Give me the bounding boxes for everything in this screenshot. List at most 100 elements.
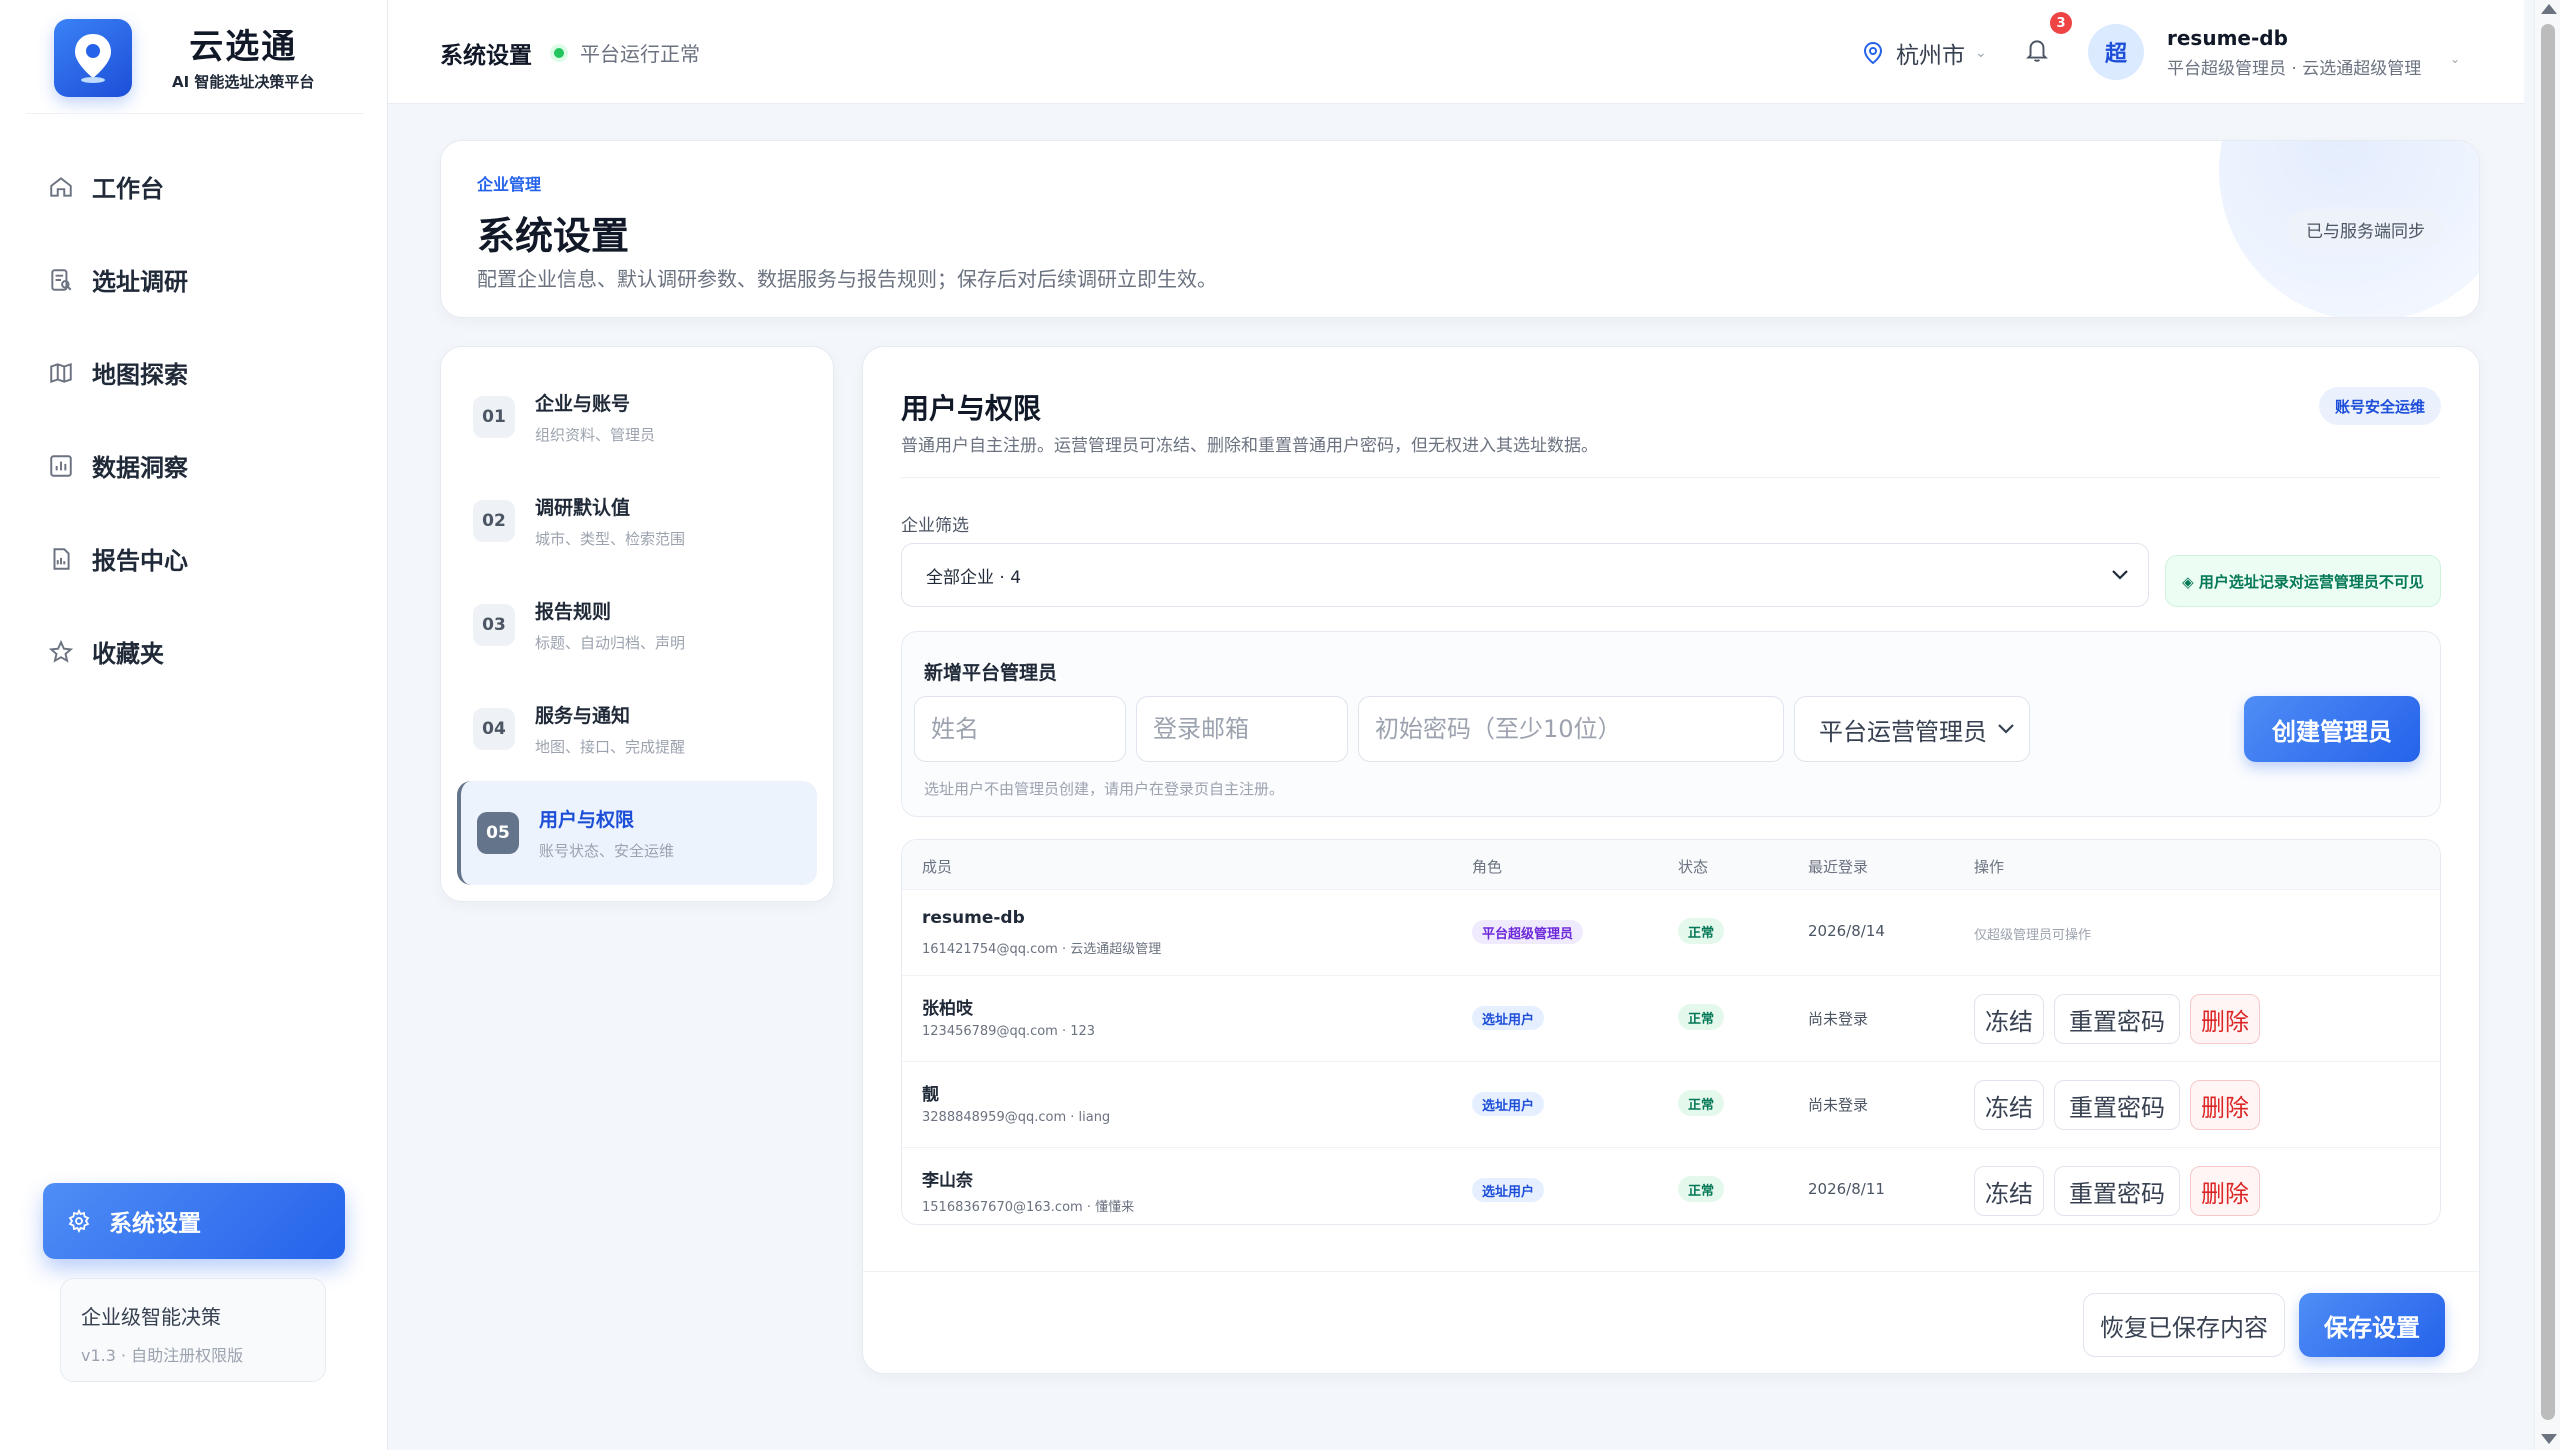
table-row: resume-db 161421754@qq.com · 云选通超级管理 平台超… — [902, 890, 2440, 976]
step-subtitle: 组织资料、管理员 — [535, 426, 656, 444]
version-card: 企业级智能决策 v1.3 · 自助注册权限版 — [60, 1278, 326, 1382]
chart-icon — [50, 454, 72, 477]
location-icon — [1863, 41, 1883, 65]
scrollbar[interactable] — [2534, 0, 2560, 1450]
restore-saved-button[interactable]: 恢复已保存内容 — [2083, 1293, 2285, 1357]
security-badge: 账号安全运维 — [2318, 387, 2441, 425]
sidebar-item-label: 工作台 — [92, 175, 164, 203]
delete-button[interactable]: 删除 — [2190, 1166, 2260, 1216]
admin-email-input[interactable] — [1136, 696, 1348, 762]
sidebar-item-survey[interactable]: 选址调研 — [40, 233, 360, 326]
reset-password-button[interactable]: 重置密码 — [2054, 1080, 2180, 1130]
brand-subtitle: AI 智能选址决策平台 — [172, 72, 315, 91]
sidebar-item-reports[interactable]: 报告中心 — [40, 512, 360, 605]
reset-password-button[interactable]: 重置密码 — [2054, 1166, 2180, 1216]
avatar[interactable]: 超 — [2088, 24, 2144, 80]
status-badge: 正常 — [1678, 1004, 1725, 1030]
admin-password-input[interactable] — [1358, 696, 1784, 762]
home-icon — [50, 176, 72, 197]
survey-icon — [51, 268, 72, 291]
report-icon — [53, 547, 70, 570]
sidebar-item-insights[interactable]: 数据洞察 — [40, 419, 360, 512]
platform-status: 平台运行正常 — [554, 38, 700, 67]
role-badge: 选址用户 — [1472, 1006, 1545, 1030]
last-login: 尚未登录 — [1808, 1096, 1869, 1114]
role-badge: 选址用户 — [1472, 1178, 1545, 1202]
version-subtitle: v1.3 · 自助注册权限版 — [81, 1346, 244, 1365]
sidebar-item-settings[interactable]: 系统设置 — [43, 1183, 345, 1259]
step-title: 用户与权限 — [539, 809, 635, 831]
admin-name-input[interactable] — [914, 696, 1126, 762]
status-badge: 正常 — [1678, 1176, 1725, 1202]
sidebar-item-workbench[interactable]: 工作台 — [40, 140, 360, 233]
step-subtitle: 标题、自动归档、声明 — [535, 634, 686, 652]
sync-status-badge: 已与服务端同步 — [2288, 209, 2443, 249]
member-name: 靓 — [922, 1085, 939, 1105]
sidebar-item-label: 系统设置 — [109, 1211, 201, 1237]
create-admin-button[interactable]: 创建管理员 — [2244, 696, 2420, 762]
notification-badge: 3 — [2050, 12, 2072, 34]
settings-steps: 01 企业与账号 组织资料、管理员 02 调研默认值 城市、类型、检索范围 03… — [440, 346, 834, 902]
table-row: 靓 3288848959@qq.com · liang 选址用户 正常 尚未登录… — [902, 1062, 2440, 1148]
step-subtitle: 地图、接口、完成提醒 — [535, 738, 686, 756]
company-filter-select[interactable]: 全部企业 · 4 — [901, 543, 2149, 607]
step-company-account[interactable]: 01 企业与账号 组织资料、管理员 — [457, 365, 817, 469]
freeze-button[interactable]: 冻结 — [1974, 1166, 2044, 1216]
privacy-note: ◈ 用户选址记录对运营管理员不可见 — [2165, 555, 2441, 607]
sidebar-item-label: 地图探索 — [92, 361, 188, 389]
sidebar-item-label: 选址调研 — [92, 268, 188, 296]
reset-password-button[interactable]: 重置密码 — [2054, 994, 2180, 1044]
step-title: 企业与账号 — [535, 393, 631, 415]
hero-title: 系统设置 — [477, 214, 630, 258]
freeze-button[interactable]: 冻结 — [1974, 1080, 2044, 1130]
last-login: 2026/8/11 — [1808, 1180, 1885, 1198]
step-users-permissions[interactable]: 05 用户与权限 账号状态、安全运维 — [457, 781, 817, 885]
users-permissions-panel: 用户与权限 普通用户自主注册。运营管理员可冻结、删除和重置普通用户密码，但无权进… — [862, 346, 2480, 1374]
member-email: 3288848959@qq.com · liang — [922, 1110, 1111, 1125]
scroll-down-arrow-icon[interactable] — [2541, 1434, 2557, 1444]
sidebar-item-map[interactable]: 地图探索 — [40, 326, 360, 419]
sidebar-item-favorites[interactable]: 收藏夹 — [40, 605, 360, 698]
scroll-up-arrow-icon[interactable] — [2541, 4, 2557, 14]
filter-label: 企业筛选 — [901, 516, 969, 536]
chevron-down-icon — [2112, 570, 2128, 580]
step-number: 05 — [477, 812, 519, 854]
column-header: 角色 — [1472, 858, 1503, 876]
table-row: 张柏吱 123456789@qq.com · 123 选址用户 正常 尚未登录 … — [902, 976, 2440, 1062]
step-title: 报告规则 — [535, 601, 612, 623]
hero-tag: 企业管理 — [477, 175, 542, 194]
user-menu-chevron-icon[interactable]: ⌄ — [2450, 52, 2460, 66]
step-report-rules[interactable]: 03 报告规则 标题、自动归档、声明 — [457, 573, 817, 677]
member-email: 15168367670@163.com · 懂懂来 — [922, 1200, 1135, 1215]
save-settings-button[interactable]: 保存设置 — [2299, 1293, 2445, 1357]
version-title: 企业级智能决策 — [81, 1305, 221, 1329]
step-subtitle: 账号状态、安全运维 — [539, 842, 675, 860]
star-icon — [48, 639, 74, 663]
top-bar: 系统设置 平台运行正常 杭州市 ⌄ 3 超 resume-db 平台超级管理员 … — [388, 0, 2524, 104]
delete-button[interactable]: 删除 — [2190, 994, 2260, 1044]
admin-role-value: 平台运营管理员 — [1819, 717, 1987, 746]
member-name: 李山奈 — [922, 1171, 973, 1191]
notification-button[interactable] — [2024, 36, 2052, 68]
operation-note: 仅超级管理员可操作 — [1974, 928, 2092, 943]
step-survey-defaults[interactable]: 02 调研默认值 城市、类型、检索范围 — [457, 469, 817, 573]
sidebar-item-label: 报告中心 — [92, 547, 188, 575]
step-services-notifications[interactable]: 04 服务与通知 地图、接口、完成提醒 — [457, 677, 817, 781]
admin-role-select[interactable]: 平台运营管理员 — [1794, 696, 2030, 762]
freeze-button[interactable]: 冻结 — [1974, 994, 2044, 1044]
bell-icon — [2026, 40, 2048, 62]
sidebar-nav: 工作台 选址调研 地图探索 数据洞察 报告中心 收藏夹 — [40, 140, 360, 698]
status-badge: 正常 — [1678, 918, 1725, 944]
delete-button[interactable]: 删除 — [2190, 1080, 2260, 1130]
scroll-thumb[interactable] — [2541, 24, 2555, 1420]
brand[interactable]: 云选通 AI 智能选址决策平台 — [54, 18, 384, 98]
member-name: 张柏吱 — [922, 999, 973, 1019]
hero-description: 配置企业信息、默认调研参数、数据服务与报告规则；保存后对后续调研立即生效。 — [477, 267, 1217, 291]
city-selector[interactable]: 杭州市 ⌄ — [1862, 36, 1987, 70]
step-number: 04 — [473, 708, 515, 750]
new-admin-hint: 选址用户不由管理员创建，请用户在登录页自主注册。 — [924, 780, 1285, 798]
divider — [26, 113, 364, 114]
new-admin-form: 新增平台管理员 平台运营管理员 创建管理员 选址用户不由管理员创建，请用户在登录… — [901, 631, 2441, 817]
step-title: 服务与通知 — [535, 705, 631, 727]
status-badge: 正常 — [1678, 1090, 1725, 1116]
